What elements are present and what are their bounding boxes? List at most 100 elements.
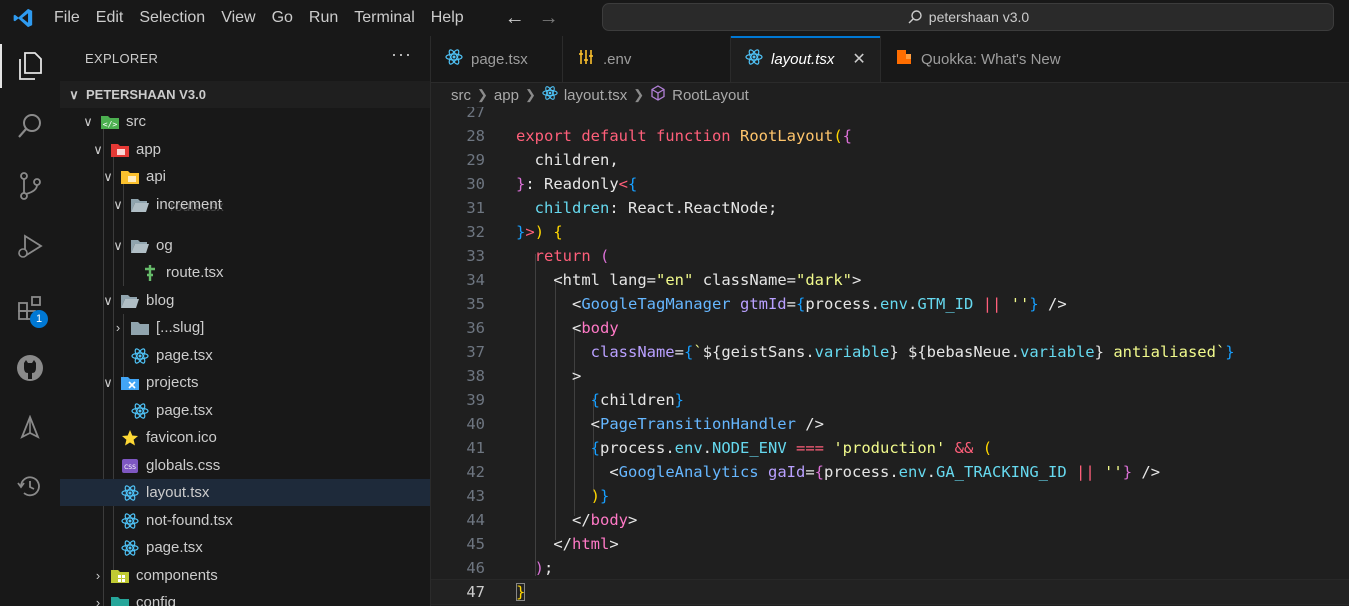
tab-quokka[interactable]: Quokka: What's New bbox=[881, 36, 1081, 82]
breadcrumb-file[interactable]: layout.tsx bbox=[564, 87, 627, 104]
close-icon[interactable]: ✕ bbox=[852, 49, 865, 69]
run-debug-icon[interactable] bbox=[0, 220, 60, 272]
search-icon bbox=[908, 10, 922, 24]
star-icon bbox=[120, 429, 140, 447]
tree-folder-og[interactable]: ∨ og bbox=[60, 232, 430, 259]
react-icon bbox=[130, 402, 150, 420]
explorer-header: EXPLORER ··· bbox=[60, 36, 430, 81]
react-icon bbox=[542, 85, 558, 105]
code-line-current: 47} bbox=[431, 579, 1349, 605]
chevron-down-icon: ∨ bbox=[103, 374, 113, 390]
menu-terminal[interactable]: Terminal bbox=[346, 0, 422, 36]
tree-folder-components[interactable]: › components bbox=[60, 562, 430, 589]
code-line: 27 bbox=[466, 107, 485, 121]
code-line: 33 return ( bbox=[466, 247, 610, 265]
activity-bar: 1 bbox=[0, 36, 60, 606]
tree-folder-app[interactable]: ∨ app bbox=[60, 136, 430, 163]
folder-icon bbox=[130, 319, 150, 337]
tree-file-globals-css[interactable]: CSS globals.css bbox=[60, 452, 430, 479]
command-center-label: petershaan v3.0 bbox=[928, 9, 1030, 25]
explorer-sidebar: EXPLORER ··· ∨ PETERSHAAN V3.0 route.tsx… bbox=[60, 36, 431, 606]
tree-folder-projects[interactable]: ∨ projects bbox=[60, 369, 430, 396]
tree-file-app-page[interactable]: page.tsx bbox=[60, 534, 430, 561]
svg-text:</>: </> bbox=[103, 120, 118, 129]
tree-file-layout[interactable]: layout.tsx bbox=[60, 479, 430, 506]
breadcrumb-src[interactable]: src bbox=[451, 87, 471, 104]
css-icon: CSS bbox=[120, 457, 140, 475]
chevron-down-icon: ∨ bbox=[69, 86, 79, 102]
tree-folder-src[interactable]: ∨ </> src bbox=[60, 108, 430, 135]
code-line: 30}: Readonly<{ bbox=[466, 175, 638, 193]
menu-bar: File Edit Selection View Go Run Terminal… bbox=[46, 0, 472, 36]
symbol-cube-icon bbox=[650, 85, 666, 105]
search-icon[interactable] bbox=[0, 100, 60, 152]
breadcrumb-app[interactable]: app bbox=[494, 87, 519, 104]
extensions-icon[interactable]: 1 bbox=[0, 282, 60, 334]
react-icon bbox=[120, 539, 140, 557]
code-line: 38 > bbox=[466, 367, 582, 385]
chevron-right-icon: › bbox=[95, 568, 101, 583]
code-line: 37 className={`${geistSans.variable} ${b… bbox=[466, 343, 1235, 361]
tree-file-blog-page[interactable]: page.tsx bbox=[60, 342, 430, 369]
chevron-right-icon: ❯ bbox=[477, 87, 488, 102]
tree-file-favicon[interactable]: favicon.ico bbox=[60, 424, 430, 451]
menu-file[interactable]: File bbox=[46, 0, 88, 36]
timeline-history-icon[interactable] bbox=[0, 460, 60, 512]
tree-folder-api[interactable]: ∨ api bbox=[60, 163, 430, 190]
tab-page-tsx[interactable]: page.tsx bbox=[431, 36, 563, 82]
tree-folder-increment[interactable]: ∨ increment bbox=[60, 191, 430, 218]
menu-edit[interactable]: Edit bbox=[88, 0, 132, 36]
back-arrow-icon[interactable]: ← bbox=[504, 7, 526, 30]
quokka-icon bbox=[895, 48, 913, 70]
tree-folder-config[interactable]: › config bbox=[60, 589, 430, 606]
chevron-right-icon: ❯ bbox=[633, 87, 645, 102]
react-icon bbox=[120, 484, 140, 502]
code-line: 29 children, bbox=[466, 151, 619, 169]
folder-components-icon bbox=[110, 567, 130, 585]
breadcrumb-symbol[interactable]: RootLayout bbox=[672, 87, 749, 104]
folder-open-icon bbox=[130, 237, 150, 255]
code-line: 42 <GoogleAnalytics gaId={process.env.GA… bbox=[466, 463, 1161, 481]
code-line: 35 <GoogleTagManager gtmId={process.env.… bbox=[466, 295, 1067, 313]
source-control-icon[interactable] bbox=[0, 160, 60, 212]
vscode-logo-icon[interactable] bbox=[0, 0, 46, 36]
menu-help[interactable]: Help bbox=[423, 0, 472, 36]
file-tree: route.tsx ∨ </> src ∨ app ∨ api ∨ increm… bbox=[60, 108, 430, 606]
tree-folder-blog[interactable]: ∨ blog bbox=[60, 287, 430, 314]
code-line: 45 </html> bbox=[466, 535, 619, 553]
chevron-right-icon: ❯ bbox=[524, 87, 536, 102]
chevron-right-icon: › bbox=[95, 595, 101, 606]
code-line: 44 </body> bbox=[466, 511, 638, 529]
editor-tabs: page.tsx .env layout.tsx ✕ Quokka: What'… bbox=[431, 36, 1349, 83]
more-actions-icon[interactable]: ··· bbox=[391, 44, 412, 65]
explorer-icon[interactable] bbox=[0, 40, 60, 92]
menu-run[interactable]: Run bbox=[301, 0, 346, 36]
folder-projects-icon bbox=[120, 374, 140, 392]
menu-go[interactable]: Go bbox=[264, 0, 301, 36]
chevron-down-icon: ∨ bbox=[103, 292, 113, 308]
command-center-search[interactable]: petershaan v3.0 bbox=[602, 3, 1334, 31]
folder-open-icon bbox=[120, 292, 140, 310]
workspace-section[interactable]: ∨ PETERSHAAN V3.0 bbox=[60, 81, 430, 108]
tab-env[interactable]: .env bbox=[563, 36, 731, 82]
forward-arrow-icon[interactable]: → bbox=[538, 7, 560, 30]
deploy-triangle-icon[interactable] bbox=[0, 402, 60, 454]
react-icon bbox=[445, 48, 463, 70]
code-editor[interactable]: 27 28 export default function RootLayout(… bbox=[431, 107, 1349, 606]
menu-selection[interactable]: Selection bbox=[131, 0, 213, 36]
chevron-down-icon: ∨ bbox=[93, 141, 103, 157]
chevron-down-icon: ∨ bbox=[113, 196, 123, 212]
tree-folder-slug[interactable]: › [...slug] bbox=[60, 314, 430, 341]
menu-view[interactable]: View bbox=[213, 0, 263, 36]
tree-file-not-found[interactable]: not-found.tsx bbox=[60, 507, 430, 534]
tab-layout-tsx[interactable]: layout.tsx ✕ bbox=[731, 36, 881, 82]
react-icon bbox=[130, 347, 150, 365]
tree-file-projects-page[interactable]: page.tsx bbox=[60, 397, 430, 424]
code-line: 28 export default function RootLayout({ bbox=[466, 127, 852, 145]
tree-file-route[interactable]: route.tsx bbox=[60, 259, 430, 286]
explorer-title: EXPLORER bbox=[85, 51, 159, 66]
code-line: 46 ); bbox=[466, 559, 554, 577]
chevron-down-icon: ∨ bbox=[113, 237, 123, 253]
folder-api-icon bbox=[120, 168, 140, 186]
github-icon[interactable] bbox=[0, 342, 60, 394]
